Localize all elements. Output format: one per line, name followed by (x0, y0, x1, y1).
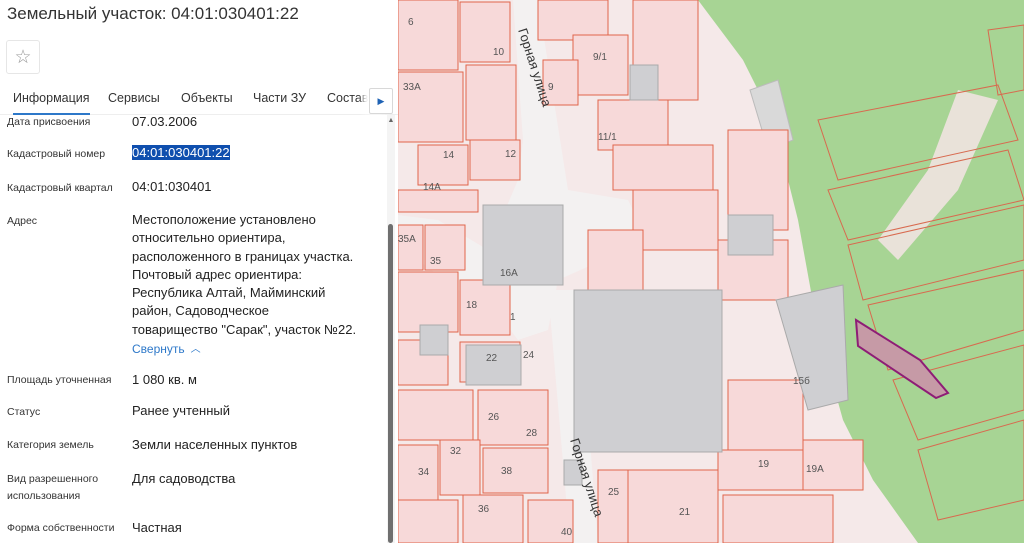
address-line: товарищество "Сарак", участок №22. (132, 321, 357, 337)
field-value: Ранее учтенный (132, 403, 230, 418)
parcel-label: 36 (478, 504, 490, 515)
field-label-line: использования (7, 490, 81, 502)
parcel-label: 24 (523, 350, 535, 361)
field-label: Дата присвоения (7, 116, 91, 128)
parcel (398, 389, 474, 441)
parcel (612, 144, 714, 191)
parcel (398, 499, 459, 543)
parcel (727, 379, 804, 451)
parcel-label: 35А (398, 234, 416, 245)
tab-services[interactable]: Сервисы (108, 91, 160, 105)
parcel-label: 21 (679, 507, 691, 518)
field-value: Земли населенных пунктов (132, 437, 298, 452)
field-value: 1 080 кв. м (132, 372, 197, 387)
parcel-label: 18 (466, 300, 478, 311)
parcel (482, 447, 549, 494)
parcel-label: 26 (488, 412, 500, 423)
tab-parts[interactable]: Части ЗУ (253, 91, 306, 105)
parcel (572, 34, 629, 96)
parcel-label: 15б (793, 375, 810, 387)
field-label: Категория земель (7, 439, 94, 451)
parcel (398, 0, 459, 71)
parcel-label: 19А (806, 464, 824, 475)
tab-info[interactable]: Информация (13, 91, 90, 115)
building (629, 64, 659, 101)
field-value: Для садоводства (132, 471, 236, 486)
page-title: Земельный участок: 04:01:030401:22 (7, 4, 299, 23)
tab-bar: Информация Сервисы Объекты Части ЗУ Сост… (0, 82, 398, 115)
chevron-up-icon: ︿ (190, 344, 201, 356)
parcel-label: 14А (423, 182, 441, 193)
building (465, 344, 522, 386)
address-line: район, Садоводческое (132, 303, 270, 319)
parcel (462, 494, 524, 543)
address-line: Местоположение установлено (132, 212, 316, 227)
parcel-label: 25 (608, 487, 620, 498)
field-label: Кадастровый номер (7, 148, 106, 160)
building (573, 289, 723, 453)
collapse-label: Свернуть (132, 342, 185, 357)
tab-composition[interactable]: Состав (327, 91, 368, 105)
parcel (398, 189, 479, 213)
parcel-label: 32 (450, 446, 462, 457)
scrollbar-thumb[interactable] (388, 224, 393, 543)
address-value: Местоположение установлено относительно … (132, 211, 382, 360)
field-label: Вид разрешенного использования (7, 471, 127, 505)
parcel-label: 35 (430, 256, 442, 267)
address-line: Республика Алтай, Майминский (132, 285, 326, 301)
parcel (717, 449, 809, 491)
parcel-label: 19 (758, 459, 770, 470)
field-label: Адрес (7, 215, 38, 227)
cadastral-number-value[interactable]: 04:01:030401:22 (132, 145, 230, 160)
parcel-label: 12 (505, 149, 517, 160)
parcel (469, 139, 521, 181)
star-outline-icon[interactable]: ☆ (6, 40, 40, 74)
field-label: Кадастровый квартал (7, 182, 113, 194)
field-value: 04:01:030401 (132, 179, 212, 194)
collapse-link[interactable]: Свернуть ︿ (132, 340, 201, 360)
parcel-label: 38 (501, 466, 513, 477)
parcel-label: 28 (526, 428, 538, 439)
parcel-label: 40 (561, 527, 573, 538)
parcel (398, 271, 459, 333)
parcel-label: 9/1 (593, 52, 607, 63)
field-label-line: Вид разрешенного (7, 473, 99, 485)
building (419, 324, 449, 356)
field-value: 07.03.2006 (132, 114, 198, 129)
parcel-label: 16А (500, 268, 518, 279)
tab-objects[interactable]: Объекты (181, 91, 233, 105)
parcel-label: 34 (418, 467, 430, 478)
field-label: Форма собственности (7, 522, 115, 534)
parcel (632, 189, 719, 251)
parcel (627, 469, 719, 543)
address-line: расположенного в границах участка. (132, 248, 354, 264)
parcel (722, 494, 834, 543)
parcel-label: 10 (493, 47, 505, 58)
parcel-label: 11/1 (598, 132, 617, 143)
building (482, 204, 564, 286)
address-line: Почтовый адрес ориентира: (132, 266, 303, 282)
parcel (398, 224, 424, 271)
scroll-up-icon[interactable]: ▲ (387, 117, 395, 124)
info-panel: Земельный участок: 04:01:030401:22 ☆ Инф… (0, 0, 398, 543)
parcel (587, 229, 644, 291)
building (727, 214, 774, 256)
field-label: Площадь уточненная (7, 374, 112, 386)
address-line: относительно ориентира, (132, 230, 286, 246)
caret-right-icon[interactable]: ▶ (369, 88, 393, 114)
parcel-label: 14 (443, 150, 455, 161)
parcel-label: 33А (403, 82, 421, 93)
parcel (537, 0, 609, 41)
cadastral-map[interactable]: 6 10 9/1 33А 9 11/1 14 12 14А 35А 35 16А… (398, 0, 1024, 543)
parcel-label: 22 (486, 353, 498, 364)
field-label: Статус (7, 406, 41, 418)
parcel (465, 64, 517, 141)
field-value: Частная (132, 520, 182, 535)
parcel-label: 6 (408, 17, 414, 28)
parcel-label: 1 (510, 312, 516, 323)
